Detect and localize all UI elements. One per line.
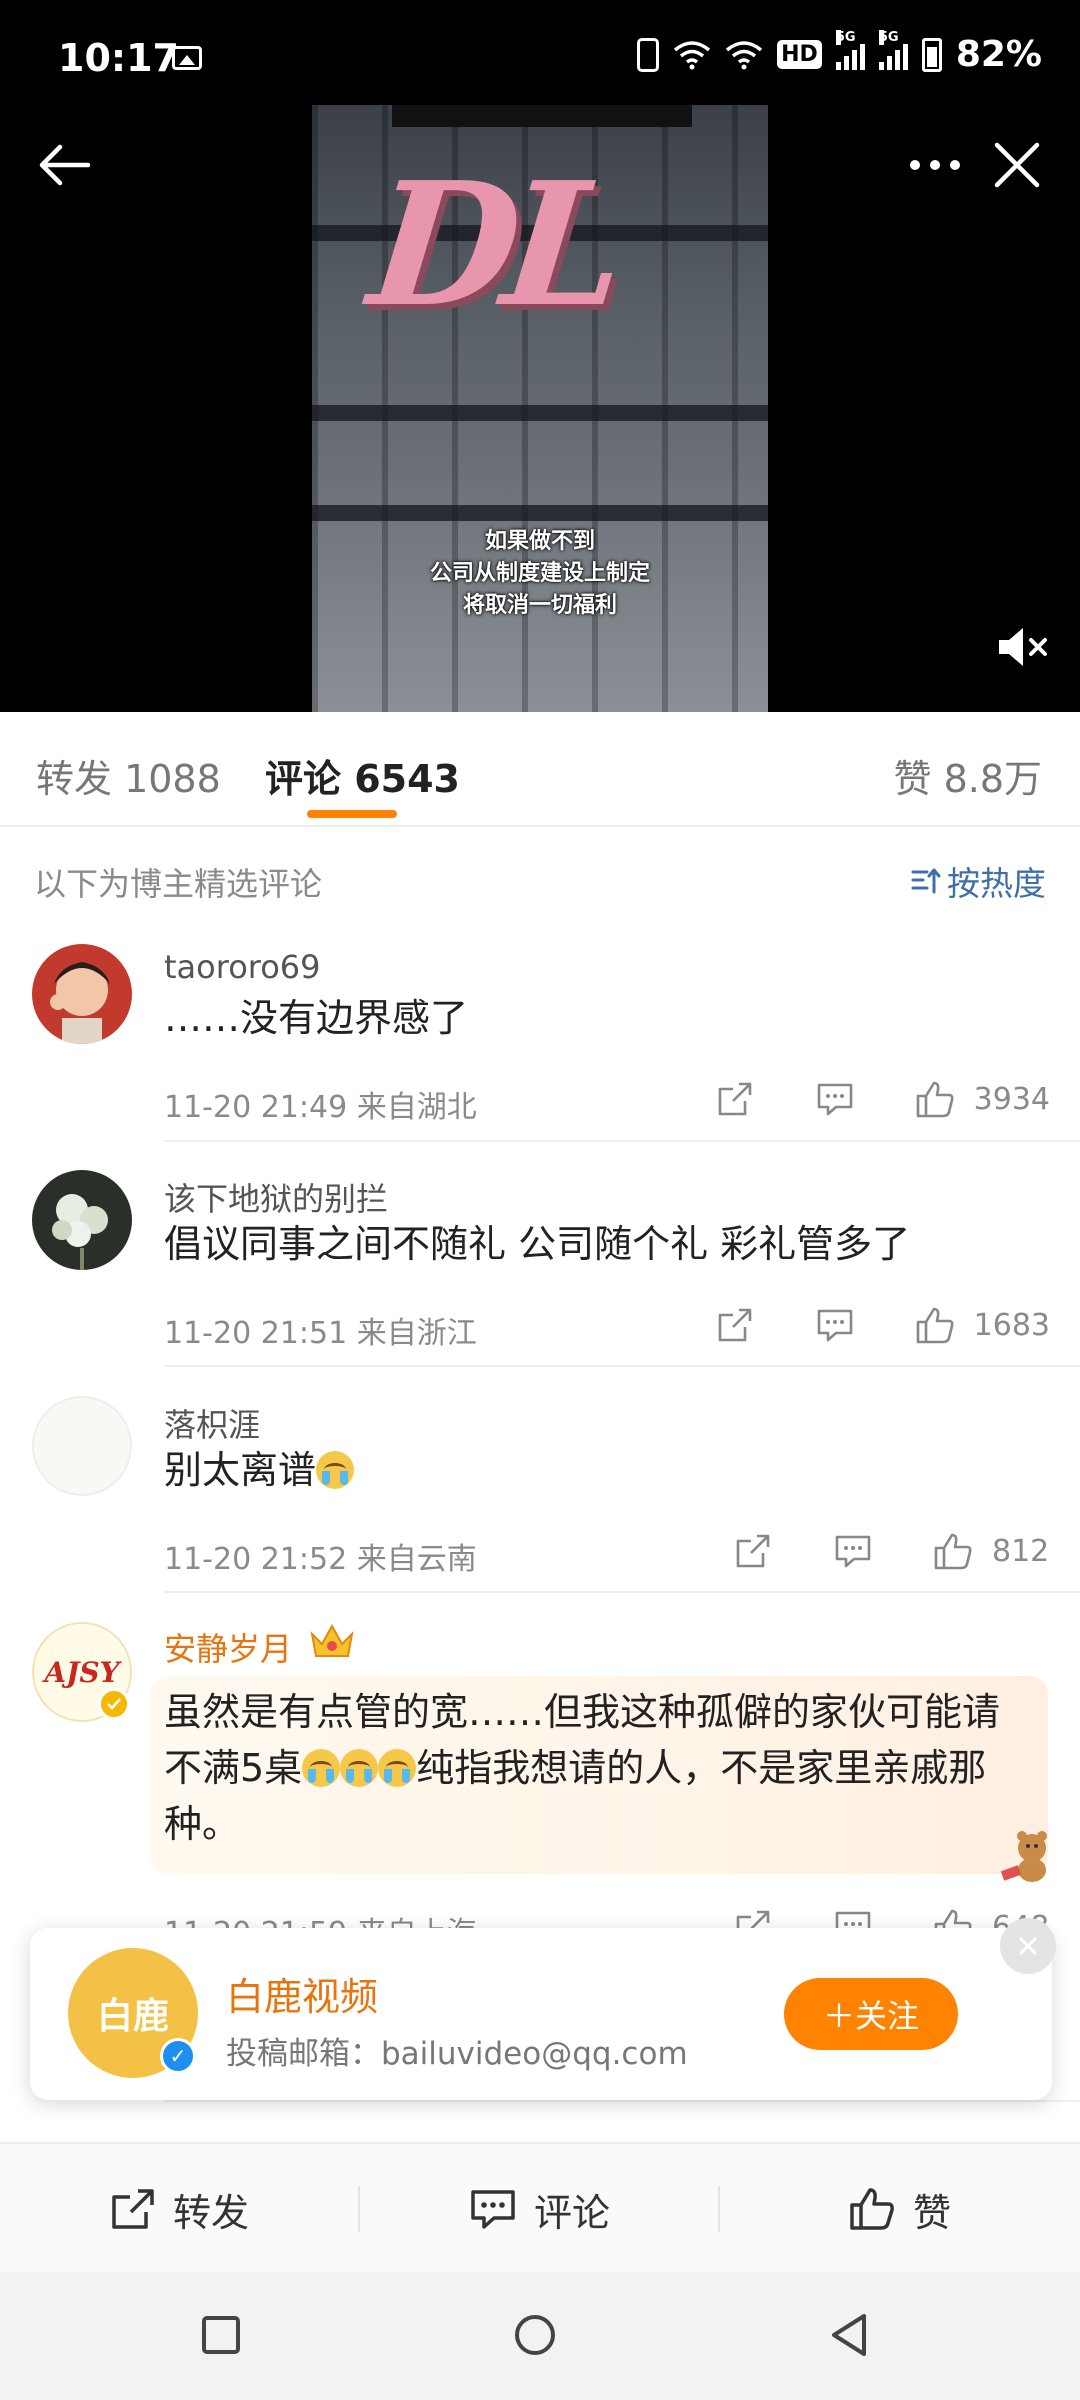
close-icon[interactable] <box>987 135 1047 195</box>
tab-active-indicator <box>307 810 397 818</box>
avatar[interactable] <box>32 1170 132 1270</box>
video-player[interactable]: DL 如果做不到 公司从制度建设上制定 将取消一切福利 <box>312 105 768 712</box>
account-name[interactable]: 白鹿视频 <box>226 1966 378 2021</box>
close-card-button[interactable] <box>1000 1918 1056 1974</box>
more-dots-icon[interactable] <box>905 145 965 185</box>
wifi-calling-icon <box>726 40 763 69</box>
battery-icon <box>921 37 942 72</box>
comment-meta: 11-20 21:52 来自云南 <box>164 1542 477 1577</box>
back-arrow-icon[interactable] <box>36 135 96 195</box>
close-icon <box>1019 1937 1037 1955</box>
laugh-cry-emoji-icon <box>316 1451 355 1489</box>
video-sign-logo: DL <box>361 145 622 345</box>
like-thumb-icon[interactable] <box>922 1526 984 1576</box>
tab-repost[interactable]: 转发 1088 <box>36 748 221 803</box>
avatar[interactable] <box>32 944 132 1044</box>
signal-icon-sim1: 5G <box>835 29 865 70</box>
system-navigation-bar <box>0 2272 1080 2400</box>
like-thumb-icon[interactable] <box>904 1074 966 1124</box>
bear-sticker-icon <box>1000 1831 1047 1882</box>
vibrate-icon <box>637 37 660 72</box>
comment-divider <box>164 1365 1080 1367</box>
verified-badge-icon: ✓ <box>160 2038 196 2074</box>
video-header: 10:17 HD 5G 5G 82% DL 如果做不到 公司从制度建设上制定 将… <box>0 0 1080 712</box>
comments-subheader: 以下为博主精选评论 按热度 <box>0 829 1080 924</box>
video-caption-line-2: 公司从制度建设上制定 <box>429 560 650 586</box>
comment-button[interactable]: 评论 <box>360 2144 720 2274</box>
like-thumb-icon <box>850 2188 894 2230</box>
recent-apps-icon[interactable] <box>186 2300 256 2370</box>
comment-meta: 11-20 21:51 来自浙江 <box>164 1316 477 1351</box>
tab-bar: 转发 1088 评论 6543 赞 8.8万 <box>0 712 1080 827</box>
signal-icon-sim2: 5G <box>878 29 908 70</box>
comment-like-count: 1683 <box>973 1307 1050 1343</box>
comment-username[interactable]: taororo69 <box>164 948 321 986</box>
comment-actions: 3934 <box>666 1074 1050 1124</box>
repost-button[interactable]: 转发 <box>0 2144 360 2274</box>
comment-text: ……没有边界感了 <box>164 996 469 1040</box>
avatar[interactable] <box>32 1396 132 1496</box>
status-time: 10:17 <box>58 36 179 80</box>
wifi-icon <box>674 40 711 69</box>
video-caption-line-1: 如果做不到 <box>484 528 595 554</box>
selected-comments-label: 以下为博主精选评论 <box>34 865 323 903</box>
comment-divider <box>164 1140 1080 1142</box>
tab-comments[interactable]: 评论 6543 <box>265 748 460 803</box>
next-comment-peek <box>0 2100 1080 2142</box>
sort-by-hot-button[interactable]: 按热度 <box>911 857 1046 905</box>
like-label: 赞 <box>912 2190 951 2235</box>
reply-icon[interactable] <box>804 1074 866 1124</box>
account-description: 投稿邮箱：bailuvideo@qq.com <box>226 2036 688 2072</box>
sort-icon <box>911 868 941 894</box>
comment-like-count: 812 <box>992 1533 1050 1569</box>
status-bar: 10:17 HD 5G 5G 82% <box>0 0 1080 105</box>
battery-level: 82% <box>955 34 1042 75</box>
status-icons: HD 5G 5G 82% <box>637 29 1042 75</box>
home-icon[interactable] <box>500 2300 570 2370</box>
reply-icon[interactable] <box>822 1526 884 1576</box>
comment-icon <box>471 2190 515 2229</box>
share-icon[interactable] <box>722 1526 784 1576</box>
repost-icon <box>112 2189 154 2229</box>
crying-emoji-icon <box>340 1749 379 1787</box>
share-icon[interactable] <box>704 1300 766 1350</box>
gallery-notification-icon <box>172 46 202 70</box>
comment-label: 评论 <box>533 2190 610 2235</box>
comment-actions: 812 <box>684 1526 1050 1576</box>
comment-divider <box>164 1591 1080 1593</box>
comment-text-line-3: 种。 <box>164 1802 241 1846</box>
avatar-text: AJSY <box>44 1655 120 1689</box>
back-triangle-icon[interactable] <box>814 2300 884 2370</box>
reply-icon[interactable] <box>804 1300 866 1350</box>
comment-username[interactable]: 安静岁月 <box>164 1624 292 1670</box>
account-avatar-text: 白鹿 <box>96 1996 169 2037</box>
crying-emoji-icon <box>302 1749 341 1787</box>
comment-actions: 1683 <box>666 1300 1050 1350</box>
comment-text-line-2: 不满5桌 纯指我想请的人，不是家里亲戚那 <box>164 1746 987 1790</box>
follow-account-card[interactable]: 白鹿 ✓ 白鹿视频 投稿邮箱：bailuvideo@qq.com ＋关注 <box>30 1928 1052 2100</box>
comment-text: 倡议同事之间不随礼 公司随个礼 彩礼管多了 <box>164 1222 911 1266</box>
comment-username[interactable]: 该下地狱的别拦 <box>164 1174 388 1220</box>
hd-voice-icon: HD <box>777 40 822 69</box>
tab-likes[interactable]: 赞 8.8万 <box>893 748 1042 803</box>
video-caption-line-3: 将取消一切福利 <box>462 592 617 618</box>
like-button[interactable]: 赞 <box>720 2144 1080 2274</box>
repost-label: 转发 <box>172 2190 249 2235</box>
comment-meta: 11-20 21:49 来自湖北 <box>164 1090 477 1125</box>
bottom-action-bar: 转发 评论 赞 <box>0 2142 1080 2272</box>
verified-badge-icon <box>98 1688 130 1720</box>
sort-label: 按热度 <box>947 864 1046 903</box>
comment-like-count: 3934 <box>973 1081 1050 1117</box>
crown-badge-icon <box>310 1623 354 1657</box>
share-icon[interactable] <box>704 1074 766 1124</box>
comment-username[interactable]: 落枳涯 <box>164 1400 260 1446</box>
video-watermark-strip <box>392 105 692 127</box>
crying-emoji-icon <box>378 1749 417 1787</box>
speaker-muted-icon[interactable] <box>995 622 1051 672</box>
comment-text: 别太离谱 <box>164 1442 355 1498</box>
comment-text: 虽然是有点管的宽……但我这种孤僻的家伙可能请 <box>164 1690 1001 1734</box>
follow-button[interactable]: ＋关注 <box>784 1978 958 2050</box>
like-thumb-icon[interactable] <box>904 1300 966 1350</box>
